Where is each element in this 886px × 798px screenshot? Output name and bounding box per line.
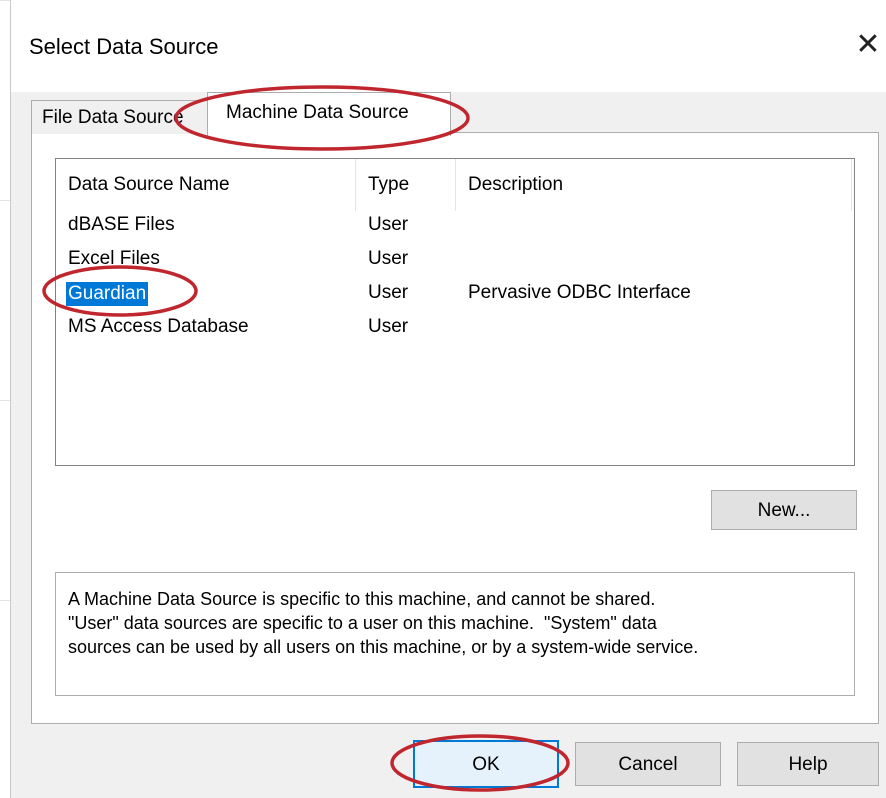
info-line-2: "User" data sources are specific to a us… <box>68 613 657 633</box>
row-type: User <box>368 214 409 235</box>
data-source-list[interactable]: Data Source Name Type Description dBASE … <box>55 158 855 466</box>
list-row-excel[interactable]: Excel Files User <box>56 245 854 279</box>
close-icon[interactable]: ✕ <box>848 27 886 63</box>
info-line-3: sources can be used by all users on this… <box>68 637 699 657</box>
row-type: User <box>368 248 409 269</box>
row-type: User <box>368 316 409 337</box>
ok-button[interactable]: OK <box>413 740 559 788</box>
title-bar: Select Data Source ✕ <box>11 0 886 92</box>
help-button[interactable]: Help <box>737 742 879 786</box>
tab-machine-data-source[interactable]: Machine Data Source <box>207 92 451 136</box>
row-type: User <box>368 282 409 303</box>
column-header-type[interactable]: Type <box>356 159 456 211</box>
row-name: Excel Files <box>68 248 160 269</box>
cancel-button[interactable]: Cancel <box>575 742 721 786</box>
row-description: Pervasive ODBC Interface <box>468 282 691 303</box>
dialog-title: Select Data Source <box>29 34 219 59</box>
column-header-name[interactable]: Data Source Name <box>56 159 356 211</box>
row-name: MS Access Database <box>68 316 249 337</box>
row-name-selected: Guardian <box>66 282 149 306</box>
tab-file-data-source[interactable]: File Data Source <box>31 100 209 134</box>
new-button[interactable]: New... <box>711 490 857 530</box>
list-row-guardian[interactable]: Guardian User Pervasive ODBC Interface <box>56 279 854 313</box>
row-name: dBASE Files <box>68 214 175 235</box>
list-row-ms-access[interactable]: MS Access Database User <box>56 313 854 347</box>
list-row-dbase[interactable]: dBASE Files User <box>56 211 854 245</box>
select-data-source-dialog: Select Data Source ✕ File Data Source Ma… <box>10 0 886 798</box>
list-header: Data Source Name Type Description <box>56 159 854 211</box>
column-header-description[interactable]: Description <box>456 159 852 211</box>
info-line-1: A Machine Data Source is specific to thi… <box>68 589 656 609</box>
info-description-box: A Machine Data Source is specific to thi… <box>55 572 855 696</box>
